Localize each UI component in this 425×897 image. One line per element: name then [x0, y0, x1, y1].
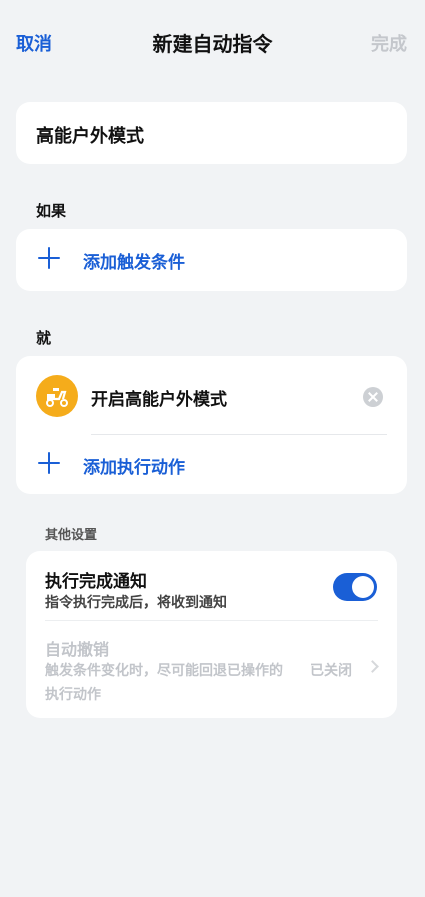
add-action-button[interactable]: 添加执行动作: [16, 434, 407, 494]
notify-subtitle: 指令执行完成后，将收到通知: [45, 595, 227, 611]
notify-toggle[interactable]: [333, 573, 377, 601]
scooter-icon: [36, 375, 78, 417]
add-action-label: 添加执行动作: [83, 458, 185, 478]
done-button[interactable]: 完成: [371, 30, 407, 56]
remove-action-icon[interactable]: [363, 387, 383, 407]
plus-icon: [38, 247, 60, 269]
auto-undo-title: 自动撤销: [45, 640, 110, 659]
command-name-field[interactable]: 高能户外模式: [36, 122, 144, 148]
then-section-label: 就: [36, 329, 52, 347]
if-section-label: 如果: [36, 202, 67, 220]
add-trigger-label: 添加触发条件: [83, 253, 185, 273]
action-item-label[interactable]: 开启高能户外模式: [91, 385, 227, 410]
then-card: 开启高能户外模式 添加执行动作: [16, 356, 407, 494]
top-nav-bar: 取消 新建自动指令 完成: [0, 0, 425, 82]
add-trigger-button[interactable]: 添加触发条件: [16, 229, 407, 289]
divider: [45, 620, 378, 621]
other-settings-label: 其他设置: [45, 528, 98, 543]
toggle-knob: [352, 576, 374, 598]
auto-undo-status[interactable]: 已关闭: [310, 660, 352, 680]
command-name-card[interactable]: 高能户外模式: [16, 102, 407, 164]
page-title: 新建自动指令: [152, 32, 273, 56]
if-card: 添加触发条件: [16, 229, 407, 291]
chevron-right-icon[interactable]: [366, 660, 379, 673]
settings-card: 执行完成通知 指令执行完成后，将收到通知 自动撤销 触发条件变化时，尽可能回退已…: [26, 551, 397, 718]
auto-undo-subtitle: 触发条件变化时，尽可能回退已操作的执行动作: [45, 663, 283, 703]
notify-title: 执行完成通知: [45, 572, 147, 592]
plus-icon: [38, 452, 60, 474]
